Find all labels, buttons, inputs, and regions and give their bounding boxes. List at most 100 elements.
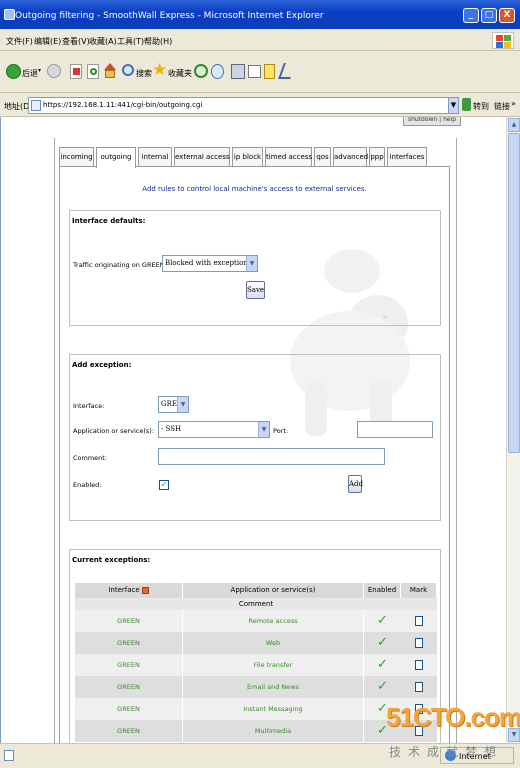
page-icon [31, 100, 41, 111]
vertical-scrollbar[interactable]: ▲ ▼ [506, 117, 520, 743]
chevron-down-icon[interactable]: ▼ [246, 256, 257, 271]
menu-view[interactable]: 查看(V) [62, 36, 90, 47]
row-interface: GREEN [75, 610, 183, 632]
application-label: Application or service(s): [73, 427, 155, 435]
table-row: GREEN Multimedia ✓ [75, 720, 437, 742]
sort-icon[interactable] [141, 586, 149, 594]
enabled-check-icon: ✓ [377, 613, 388, 628]
back-button-label[interactable]: 后退 [22, 68, 38, 79]
chevron-down-icon[interactable]: ▼ [258, 422, 269, 437]
menu-favorites[interactable]: 收藏(A) [89, 36, 117, 47]
enabled-check-icon: ✓ [377, 635, 388, 650]
menu-bar: 文件(F) 编辑(E) 查看(V) 收藏(A) 工具(T) 帮助(H) [0, 29, 520, 51]
enabled-label: Enabled: [73, 481, 102, 489]
traffic-policy-select[interactable]: Blocked with exceptions ▼ [162, 255, 258, 272]
back-arrow-icon[interactable] [6, 64, 21, 79]
save-button[interactable]: Save [246, 281, 265, 299]
address-dropdown-icon[interactable]: ▼ [448, 97, 459, 114]
minimize-button[interactable]: _ [463, 8, 479, 23]
maximize-button[interactable]: □ [481, 8, 497, 23]
row-service: File transfer [183, 654, 364, 676]
row-interface: GREEN [75, 676, 183, 698]
comment-label: Comment: [73, 454, 108, 462]
tab-external-access[interactable]: external access [174, 147, 230, 167]
table-row: GREEN File transfer ✓ [75, 654, 437, 676]
row-service: Instant Messaging [183, 698, 364, 720]
port-field[interactable] [357, 421, 433, 438]
table-header-mark: Mark [401, 583, 437, 598]
shutdown-help-links[interactable]: shutdown | help [403, 117, 461, 126]
address-input[interactable]: https://192.168.1.11:441/cgi-bin/outgoin… [28, 97, 457, 114]
go-arrow-icon[interactable] [462, 98, 471, 111]
enabled-check-icon: ✓ [377, 679, 388, 694]
browser-toolbar: 后退 ▾ 搜索 ★ 收藏夹 [0, 51, 520, 93]
menu-edit[interactable]: 编辑(E) [34, 36, 61, 47]
mark-checkbox[interactable] [415, 682, 423, 692]
tab-qos[interactable]: qos [314, 147, 331, 167]
section-title: Interface defaults: [72, 217, 146, 225]
mail-icon[interactable] [231, 64, 245, 79]
search-icon[interactable] [122, 64, 134, 76]
row-interface: GREEN [75, 654, 183, 676]
stop-icon[interactable] [70, 64, 82, 79]
tab-outgoing[interactable]: outgoing [96, 147, 136, 168]
table-header-enabled[interactable]: Enabled [364, 583, 401, 598]
forward-arrow-icon[interactable] [47, 64, 61, 78]
row-interface: GREEN [75, 698, 183, 720]
intro-text: Add rules to control local machine's acc… [142, 185, 367, 193]
star-icon[interactable]: ★ [152, 62, 167, 79]
interface-label: Interface: [73, 402, 105, 410]
ie-window-icon [4, 9, 15, 20]
mark-checkbox[interactable] [415, 616, 423, 626]
history-icon[interactable] [194, 64, 208, 78]
tab-advanced[interactable]: advanced [333, 147, 368, 167]
tab-timed-access[interactable]: timed access [265, 147, 312, 167]
page-status-icon [4, 750, 14, 761]
interface-select[interactable]: GREEN ▼ [158, 396, 189, 413]
traffic-label: Traffic originating on GREEN is: [73, 261, 174, 269]
edit-icon[interactable] [264, 64, 275, 79]
tab-internal[interactable]: internal [138, 147, 172, 167]
comment-field[interactable] [158, 448, 385, 465]
tab-incoming[interactable]: incoming [59, 147, 94, 167]
row-interface: GREEN [75, 720, 183, 742]
window-titlebar[interactable]: Outgoing filtering - SmoothWall Express … [0, 0, 520, 29]
row-service: Remote access [183, 610, 364, 632]
application-select[interactable]: - SSH ▼ [158, 421, 270, 438]
table-row: GREEN Email and News ✓ [75, 676, 437, 698]
menu-tools[interactable]: 工具(T) [117, 36, 144, 47]
back-dropdown-icon[interactable]: ▾ [38, 67, 41, 74]
search-button-label[interactable]: 搜索 [136, 68, 152, 79]
tab-ip-block[interactable]: ip block [232, 147, 263, 167]
print-icon[interactable] [248, 65, 261, 78]
media-icon[interactable] [211, 64, 224, 79]
favorites-button-label[interactable]: 收藏夹 [168, 68, 192, 79]
table-header-service[interactable]: Application or service(s) [183, 583, 364, 598]
links-label[interactable]: 链接 [494, 101, 510, 112]
menu-help[interactable]: 帮助(H) [144, 36, 172, 47]
tab-ppp[interactable]: ppp [369, 147, 385, 167]
table-header-interface[interactable]: Interface [75, 583, 183, 598]
messenger-icon[interactable] [278, 63, 296, 79]
traffic-policy-value: Blocked with exceptions [165, 259, 252, 267]
tab-panel: Add rules to control local machine's acc… [59, 166, 450, 743]
links-chevron-icon[interactable]: » [511, 99, 516, 108]
address-url[interactable]: https://192.168.1.11:441/cgi-bin/outgoin… [43, 101, 202, 109]
enabled-checkbox[interactable]: ✓ [159, 480, 169, 490]
scroll-thumb[interactable] [508, 133, 520, 453]
tab-interfaces[interactable]: interfaces [387, 147, 427, 167]
section-title: Current exceptions: [72, 556, 151, 564]
go-button-label[interactable]: 转到 [473, 101, 489, 112]
mark-checkbox[interactable] [415, 638, 423, 648]
menu-file[interactable]: 文件(F) [6, 36, 33, 47]
windows-logo-icon [492, 32, 514, 49]
mark-checkbox[interactable] [415, 660, 423, 670]
window-title: Outgoing filtering - SmoothWall Express … [15, 11, 324, 21]
add-button[interactable]: Add [348, 475, 363, 493]
home-icon[interactable] [102, 63, 117, 79]
refresh-icon[interactable] [87, 64, 99, 79]
scroll-up-icon[interactable]: ▲ [508, 118, 520, 132]
address-bar: 地址(D) https://192.168.1.11:441/cgi-bin/o… [0, 93, 520, 117]
close-button[interactable]: X [499, 8, 515, 23]
chevron-down-icon[interactable]: ▼ [177, 397, 188, 412]
